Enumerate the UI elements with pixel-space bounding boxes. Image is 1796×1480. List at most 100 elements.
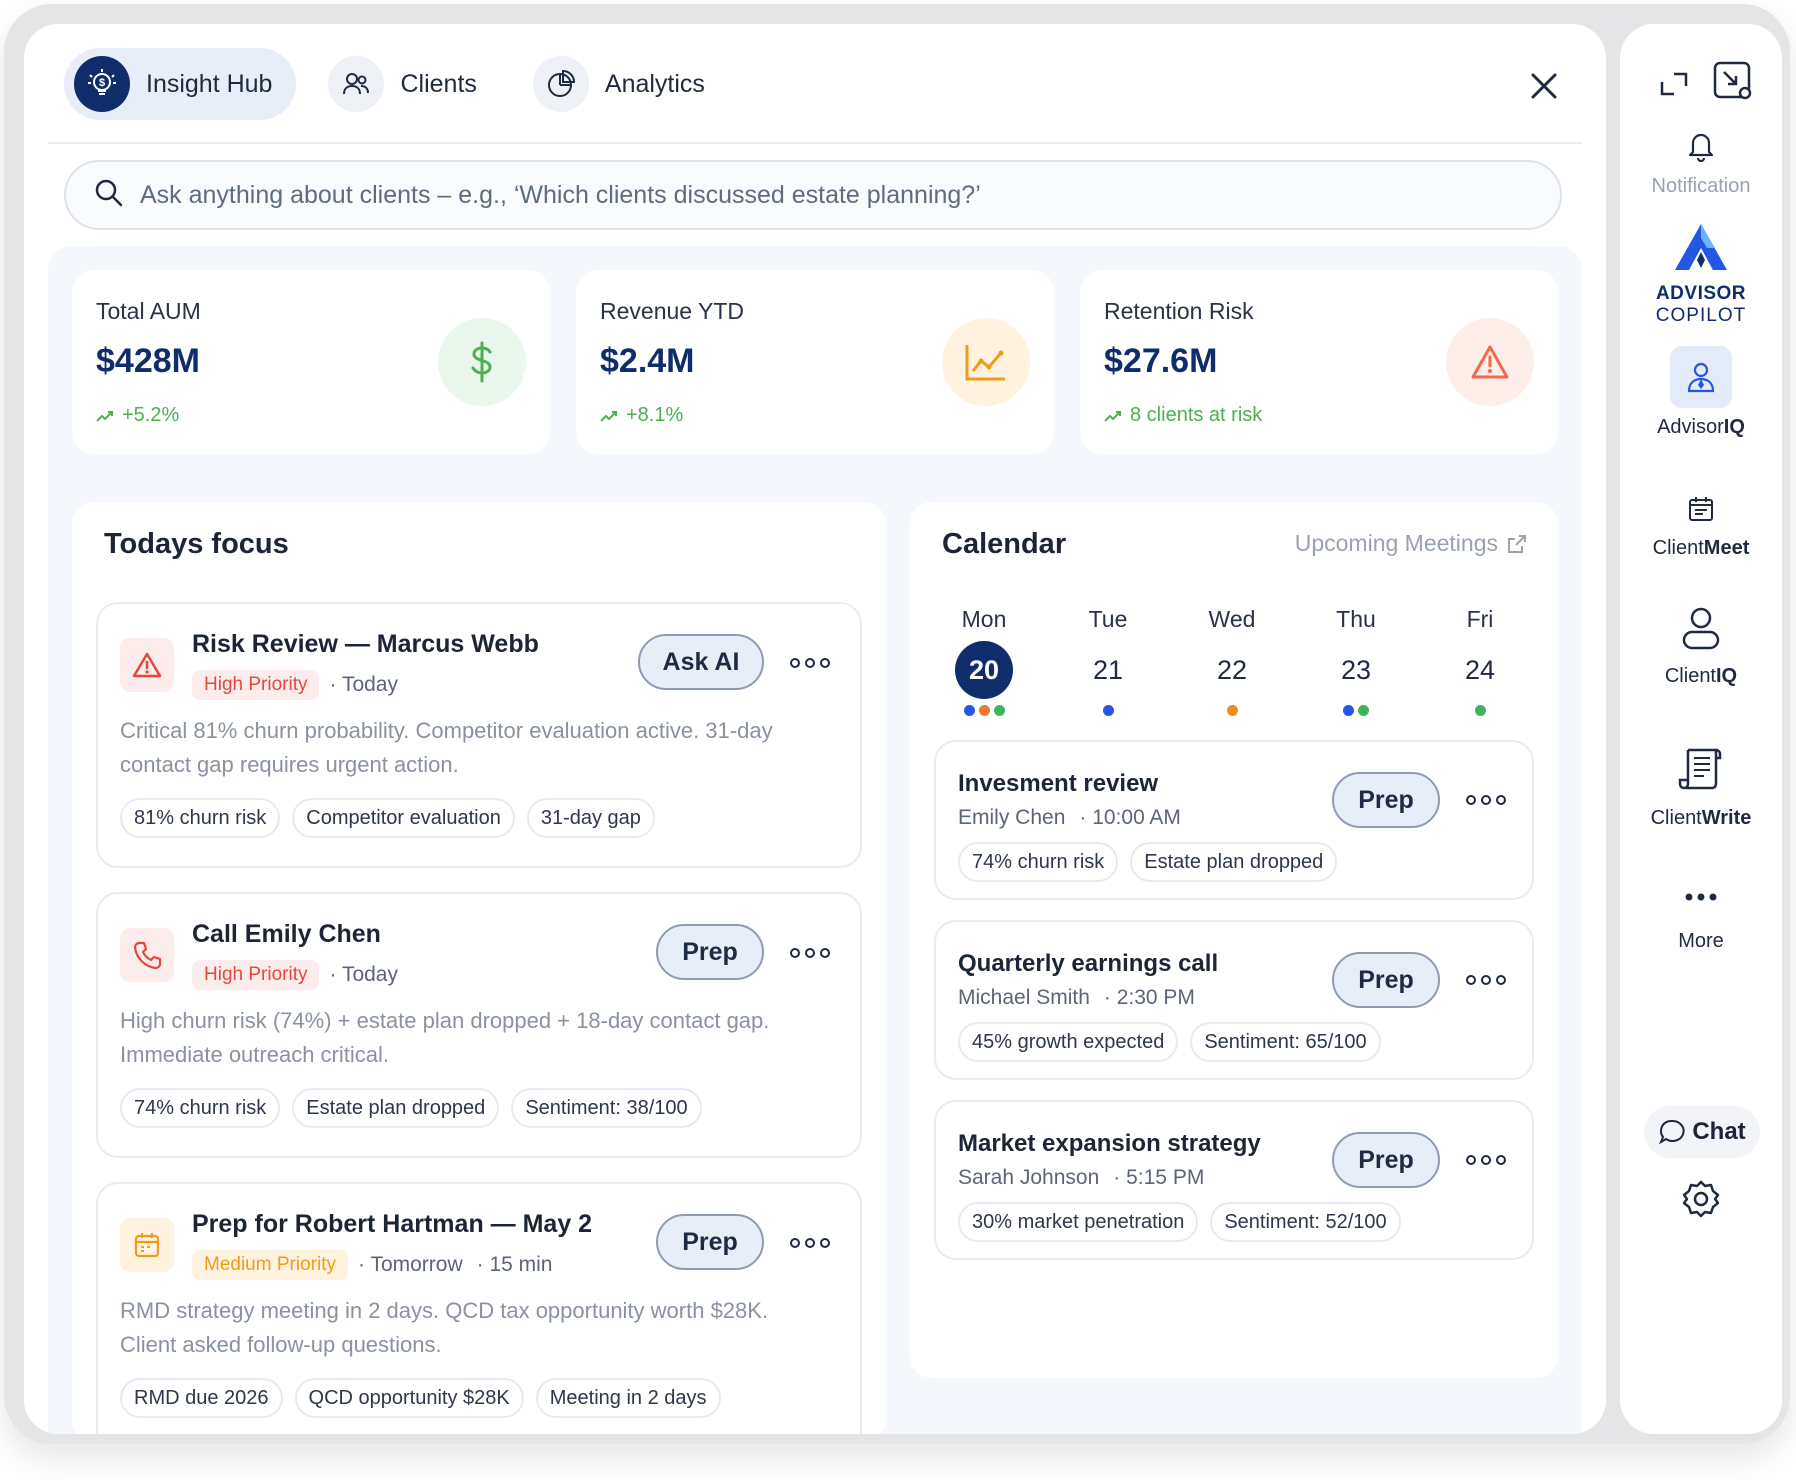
kpi-label: Total AUM (96, 298, 201, 324)
meeting-time: 5:15 PM (1113, 1166, 1204, 1190)
dock-window-icon[interactable] (1710, 58, 1756, 104)
tag-list: 74% churn risk Estate plan dropped (958, 842, 1349, 882)
rail-label: ClientWrite (1620, 807, 1782, 830)
calendar-day[interactable]: Fri 24 (1440, 606, 1520, 717)
rail-item-more[interactable]: More (1620, 890, 1782, 953)
upcoming-meetings-link[interactable]: Upcoming Meetings (1295, 530, 1528, 557)
rail-label: AdvisorIQ (1620, 416, 1782, 439)
more-options-icon[interactable] (790, 1231, 830, 1255)
focus-card-description: RMD strategy meeting in 2 days. QCD tax … (120, 1298, 769, 1357)
tag-chip: 31-day gap (526, 798, 655, 838)
focus-card-title: Call Emily Chen (192, 920, 381, 948)
day-name: Fri (1466, 606, 1494, 632)
link-label: Upcoming Meetings (1294, 530, 1498, 556)
label-suffix: Write (1701, 807, 1752, 829)
top-tabs: $ Insight Hub Clients Analytics (64, 48, 751, 120)
kpi-card-total-aum: Total AUM $428M +5.2% (72, 270, 550, 454)
tab-analytics[interactable]: Analytics (523, 48, 729, 120)
rail-label: More (1678, 930, 1724, 952)
external-link-icon (1508, 534, 1526, 553)
rail-item-clientmeet[interactable]: ClientMeet (1620, 494, 1782, 560)
rail-item-clientwrite[interactable]: ClientWrite (1620, 744, 1782, 830)
tag-chip: 74% churn risk (958, 842, 1119, 882)
tab-insight-hub[interactable]: $ Insight Hub (64, 48, 297, 120)
more-options-icon[interactable] (1466, 788, 1506, 812)
rail-item-clientiq[interactable]: ClientIQ (1620, 604, 1782, 688)
alert-triangle-icon (120, 638, 174, 692)
tag-list: 30% market penetration Sentiment: 52/100 (958, 1202, 1413, 1242)
day-number: 22 (1216, 654, 1248, 685)
focus-card-meta: High Priority Today (192, 960, 412, 990)
meeting-time: 10:00 AM (1079, 806, 1181, 830)
chat-button[interactable]: Chat (1644, 1106, 1760, 1158)
advisor-icon (1670, 346, 1732, 408)
prep-button[interactable]: Prep (1332, 952, 1440, 1008)
search-bar (64, 160, 1562, 230)
tab-label: Insight Hub (146, 69, 273, 98)
lightbulb-dollar-icon: $ (74, 56, 130, 112)
line-chart-icon (942, 318, 1030, 406)
dollar-icon (438, 318, 526, 406)
tag-chip: Sentiment: 52/100 (1210, 1202, 1401, 1242)
calendar-day[interactable]: Mon 20 (944, 606, 1024, 717)
calendar-day[interactable]: Thu 23 (1316, 606, 1396, 717)
kpi-value: $428M (96, 342, 200, 380)
focus-card-title: Risk Review — Marcus Webb (192, 630, 539, 658)
more-options-icon[interactable] (790, 651, 830, 675)
calendar-day[interactable]: Wed 22 (1192, 606, 1272, 717)
search-icon (94, 178, 124, 213)
more-options-icon[interactable] (1466, 1148, 1506, 1172)
prep-button[interactable]: Prep (656, 924, 764, 980)
app-frame: $ Insight Hub Clients Analytics Ask anyt… (4, 4, 1790, 1444)
pie-chart-icon (532, 56, 589, 112)
meeting-time: 2:30 PM (1104, 986, 1195, 1010)
event-dots (1316, 705, 1396, 717)
prep-button[interactable]: Prep (1332, 1132, 1440, 1188)
kpi-value: $27.6M (1104, 342, 1218, 380)
search-input[interactable] (140, 180, 1520, 210)
more-options-icon[interactable] (790, 941, 830, 965)
main-panel: $ Insight Hub Clients Analytics Ask anyt… (24, 24, 1606, 1434)
event-dot (963, 705, 975, 716)
settings-gear-icon[interactable] (1680, 1178, 1722, 1220)
day-number: 23 (1340, 654, 1372, 685)
tag-chip: Estate plan dropped (292, 1088, 500, 1128)
meeting-client: Emily Chen (958, 806, 1066, 829)
expand-icon[interactable] (1654, 64, 1694, 104)
meeting-title: Invesment review (958, 770, 1159, 797)
label-prefix: Client (1652, 537, 1704, 559)
prep-button[interactable]: Prep (656, 1214, 764, 1270)
tag-chip: Sentiment: 38/100 (511, 1088, 702, 1128)
chat-bubble-icon (1659, 1119, 1685, 1145)
rail-label: ClientIQ (1620, 665, 1782, 688)
kpi-delta: +5.2% (96, 404, 179, 427)
brand-line-2: COPILOT (1655, 305, 1747, 326)
tag-chip: 30% market penetration (958, 1202, 1199, 1242)
tag-list: 45% growth expected Sentiment: 65/100 (958, 1022, 1393, 1062)
more-options-icon[interactable] (1466, 968, 1506, 992)
priority-badge: Medium Priority (192, 1250, 348, 1280)
due-text: Today (329, 673, 398, 697)
label-prefix: Advisor (1657, 416, 1724, 438)
kpi-label: Retention Risk (1104, 298, 1254, 324)
meeting-card: Invesment review Emily Chen 10:00 AM Pre… (934, 740, 1534, 900)
tab-clients[interactable]: Clients (318, 48, 500, 120)
tag-list: 74% churn risk Estate plan dropped Senti… (120, 1088, 714, 1128)
warning-icon (1446, 318, 1534, 406)
event-dots (1068, 705, 1148, 717)
event-dot (1102, 705, 1114, 716)
dashboard-content: Total AUM $428M +5.2% Revenue YTD $2.4M … (48, 246, 1582, 1434)
rail-notification[interactable]: Notification (1620, 128, 1782, 198)
focus-card-description: Critical 81% churn probability. Competit… (120, 718, 773, 777)
meeting-title: Market expansion strategy (958, 1130, 1261, 1157)
close-icon[interactable] (1524, 66, 1564, 106)
focus-card: Call Emily Chen High Priority Today Prep… (96, 892, 862, 1158)
rail-label: Notification (1651, 175, 1751, 197)
rail-item-advisoriq[interactable]: AdvisorIQ (1620, 346, 1782, 439)
kpi-delta-text: +8.1% (626, 404, 684, 426)
prep-button[interactable]: Prep (1332, 772, 1440, 828)
label-suffix: Meet (1703, 537, 1750, 559)
focus-card-description: High churn risk (74%) + estate plan drop… (120, 1008, 770, 1067)
calendar-day[interactable]: Tue 21 (1068, 606, 1148, 717)
ask-ai-button[interactable]: Ask AI (638, 634, 764, 690)
